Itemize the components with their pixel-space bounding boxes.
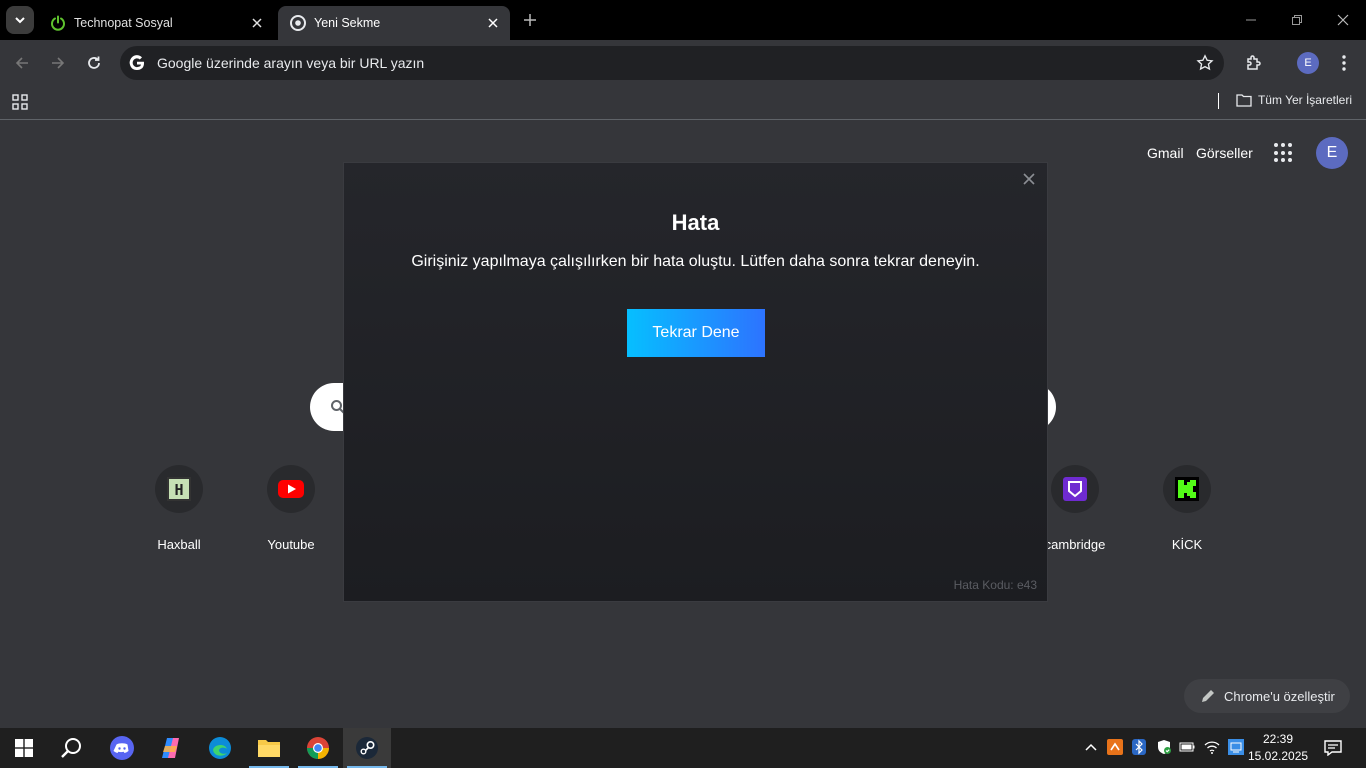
svg-text:H: H (174, 481, 183, 499)
power-icon (50, 15, 66, 31)
puzzle-icon (1247, 55, 1261, 70)
taskbar: 22:39 15.02.2025 (0, 728, 1366, 768)
tab-title: Yeni Sekme (314, 16, 381, 30)
steam-icon (356, 737, 378, 759)
search-icon (61, 738, 81, 758)
minimize-button[interactable] (1238, 8, 1264, 32)
taskbar-file-explorer[interactable] (245, 728, 293, 768)
plus-icon (524, 14, 536, 26)
avatar[interactable]: E (1316, 137, 1348, 169)
haxball-icon: H (155, 465, 203, 513)
tab-search-button[interactable] (6, 6, 34, 34)
profile-button[interactable]: E (1297, 52, 1319, 74)
address-bar[interactable]: Google üzerinde arayın veya bir URL yazı… (120, 46, 1224, 80)
error-code: Hata Kodu: e43 (953, 578, 1037, 592)
kebab-menu-icon (1342, 55, 1346, 71)
reload-button[interactable] (81, 50, 107, 76)
shortcut-haxball[interactable]: H Haxball (129, 465, 229, 552)
shortcut-kick[interactable]: KİCK (1137, 465, 1237, 552)
defender-shield-icon[interactable] (1155, 738, 1173, 756)
error-dialog: Hata Girişiniz yapılmaya çalışılırken bi… (343, 162, 1048, 602)
clock-date: 15.02.2025 (1248, 749, 1309, 763)
close-icon (1337, 14, 1349, 26)
tray-app-orange-icon[interactable] (1106, 738, 1124, 756)
youtube-icon (267, 465, 315, 513)
new-tab-button[interactable] (520, 10, 540, 30)
taskbar-discord[interactable] (98, 728, 146, 768)
close-icon (1023, 173, 1035, 185)
extensions-button[interactable] (1243, 52, 1265, 74)
forward-button[interactable] (45, 50, 71, 76)
tab-title: Technopat Sosyal (74, 16, 173, 30)
wifi-icon[interactable] (1203, 738, 1221, 756)
customize-label: Chrome'u özelleştir (1224, 688, 1335, 704)
tray-overflow-chevron-icon[interactable] (1082, 738, 1100, 756)
folder-icon (1236, 94, 1252, 107)
images-link[interactable]: Görseller (1196, 145, 1253, 161)
chevron-down-icon (15, 17, 25, 24)
taskbar-steam[interactable] (343, 728, 391, 768)
dialog-title: Hata (671, 210, 720, 235)
shortcut-label: Youtube (267, 537, 315, 552)
dialog-close-button[interactable] (1019, 169, 1039, 189)
browser-toolbar: Google üzerinde arayın veya bir URL yazı… (0, 40, 1366, 111)
close-window-button[interactable] (1330, 8, 1356, 32)
shortcut-label: cambridge (1044, 537, 1106, 552)
gmail-link[interactable]: Gmail (1147, 145, 1184, 161)
restore-button[interactable] (1284, 8, 1310, 32)
pencil-icon (1202, 690, 1214, 702)
tab-close-icon[interactable] (484, 14, 502, 32)
edge-icon (209, 737, 231, 759)
shortcut-youtube[interactable]: Youtube (241, 465, 341, 552)
arrow-left-icon (15, 57, 28, 69)
folder-icon (258, 740, 280, 757)
battery-icon[interactable] (1178, 738, 1196, 756)
all-bookmarks-label: Tüm Yer İşaretleri (1257, 93, 1352, 107)
menu-button[interactable] (1333, 52, 1355, 74)
discord-icon (110, 736, 134, 760)
chrome-icon (290, 15, 306, 31)
google-apps-icon[interactable] (1274, 143, 1294, 163)
taskbar-copilot[interactable] (147, 728, 195, 768)
taskbar-search-button[interactable] (48, 728, 96, 768)
star-icon[interactable] (1196, 54, 1214, 72)
shortcut-label: KİCK (1171, 537, 1203, 552)
reload-icon (88, 56, 100, 69)
google-icon (129, 55, 144, 71)
minimize-icon (1246, 19, 1256, 21)
back-button[interactable] (9, 50, 35, 76)
tab-technopat[interactable]: Technopat Sosyal (38, 6, 274, 40)
restore-icon (1292, 15, 1302, 25)
cambridge-icon (1051, 465, 1099, 513)
taskbar-clock[interactable]: 22:39 15.02.2025 (1248, 731, 1308, 765)
arrow-right-icon (52, 57, 65, 69)
copilot-icon (162, 738, 179, 758)
omnibox-placeholder: Google üzerinde arayın veya bir URL yazı… (157, 55, 425, 71)
retry-button[interactable]: Tekrar Dene (627, 309, 765, 357)
taskbar-chrome[interactable] (294, 728, 342, 768)
title-bar: Technopat Sosyal Yeni Sekme (0, 0, 1366, 40)
clock-time: 22:39 (1262, 732, 1294, 746)
bluetooth-icon[interactable] (1130, 738, 1148, 756)
kick-icon (1163, 465, 1211, 513)
dialog-message: Girişiniz yapılmaya çalışılırken bir hat… (411, 253, 980, 270)
start-button[interactable] (0, 728, 48, 768)
language-keyboard-icon[interactable] (1227, 738, 1245, 756)
shortcut-label: Haxball (157, 537, 201, 552)
customize-chrome-button[interactable]: Chrome'u özelleştir (1184, 679, 1350, 713)
bookmarks-separator (1218, 93, 1219, 109)
tab-new-tab[interactable]: Yeni Sekme (278, 6, 510, 40)
taskbar-edge[interactable] (196, 728, 244, 768)
tab-close-icon[interactable] (248, 14, 266, 32)
windows-icon (15, 739, 33, 757)
all-bookmarks-button[interactable]: Tüm Yer İşaretleri (1236, 93, 1352, 107)
bookmarks-bar: Tüm Yer İşaretleri (0, 86, 1366, 120)
notifications-icon[interactable] (1324, 739, 1342, 757)
chrome-icon (307, 737, 329, 759)
apps-shortcut-icon[interactable] (12, 94, 28, 115)
